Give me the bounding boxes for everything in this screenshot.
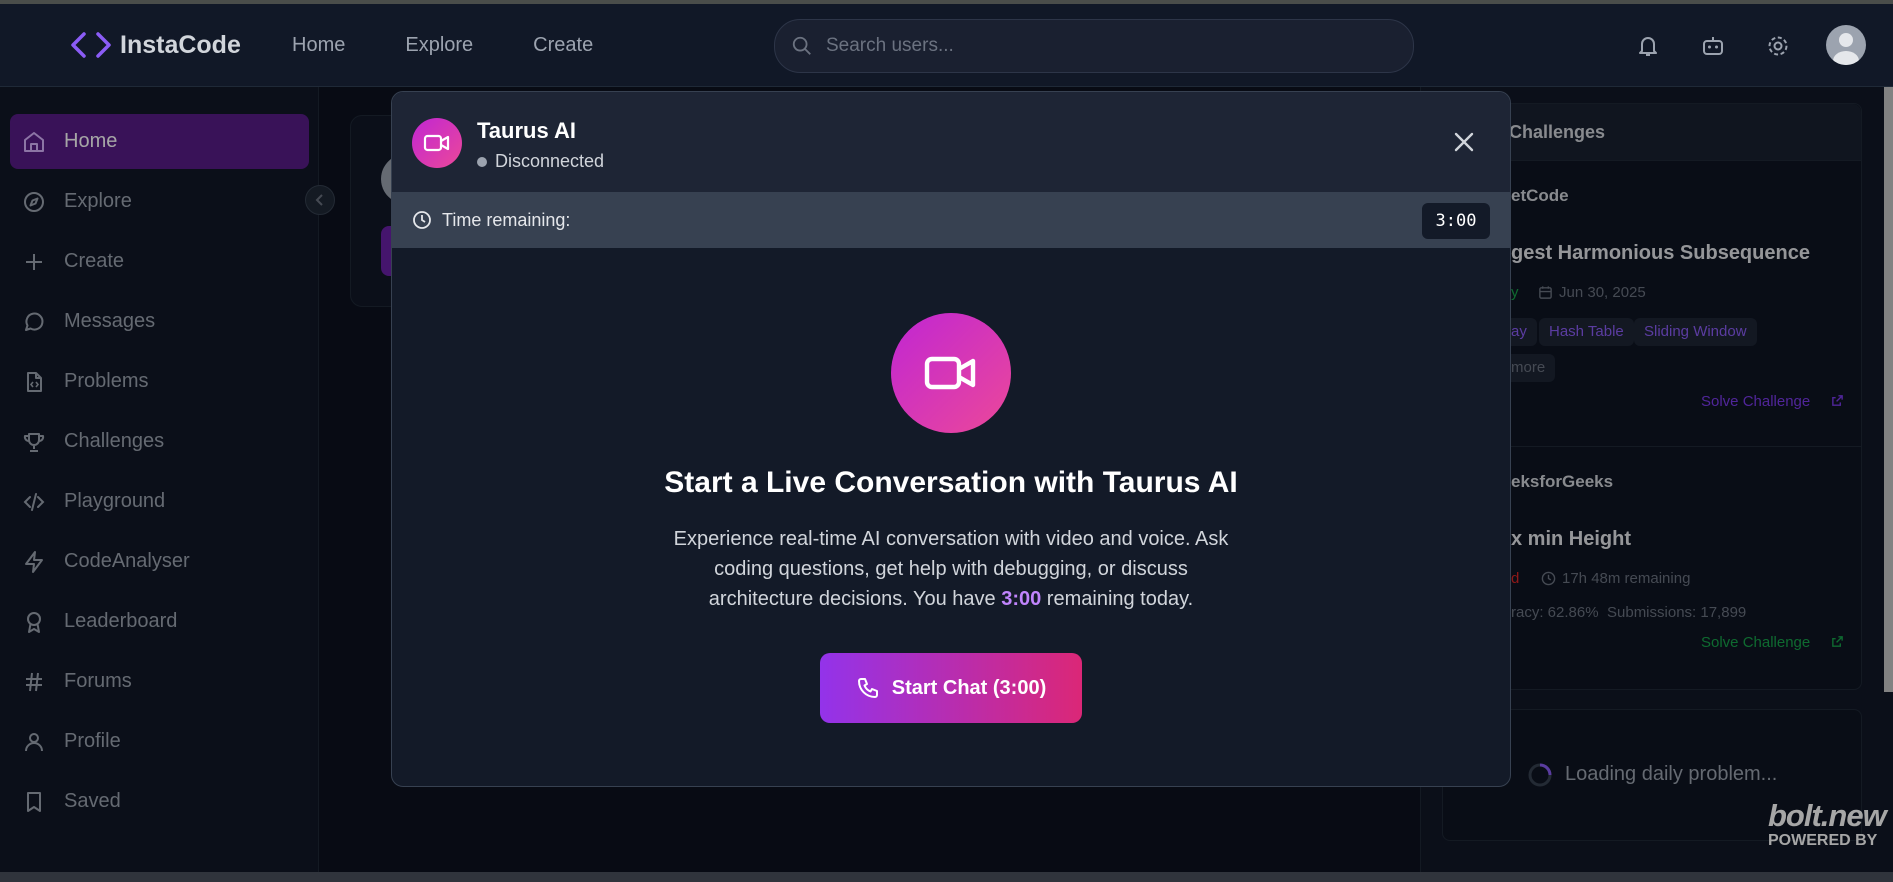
close-icon[interactable]	[1452, 130, 1476, 154]
nav-home[interactable]: Home	[292, 34, 345, 57]
video-icon	[924, 356, 976, 390]
logo[interactable]: InstaCode	[70, 30, 241, 60]
hero-video-icon-circle	[891, 313, 1011, 433]
search-input[interactable]: Search users...	[774, 19, 1414, 73]
gear-icon[interactable]	[1766, 34, 1790, 58]
nav-explore[interactable]: Explore	[405, 34, 473, 57]
search-placeholder: Search users...	[826, 35, 954, 56]
time-remaining-bar: Time remaining: 3:00	[392, 192, 1510, 248]
status-dot	[477, 156, 487, 167]
start-chat-label: Start Chat (3:00)	[891, 676, 1047, 699]
connection-status: Disconnected	[477, 151, 604, 172]
user-avatar-icon	[1833, 33, 1859, 65]
video-icon	[423, 134, 450, 152]
remaining-time-highlight: 3:00	[1001, 588, 1042, 610]
phone-icon	[857, 678, 878, 698]
top-navbar: InstaCode Home Explore Create Search use…	[0, 4, 1893, 87]
search-icon	[792, 36, 811, 55]
nav-create[interactable]: Create	[533, 34, 593, 57]
code-logo-icon	[71, 32, 111, 58]
start-chat-button[interactable]: Start Chat (3:00)	[820, 653, 1082, 723]
modal-title: Taurus AI	[477, 118, 577, 143]
status-text: Disconnected	[495, 151, 605, 171]
bell-icon[interactable]	[1636, 34, 1660, 58]
bot-icon[interactable]	[1700, 34, 1726, 58]
taurus-ai-modal: Taurus AI Disconnected Time remaining: 3…	[391, 91, 1511, 787]
logo-text: InstaCode	[120, 30, 241, 59]
description-text-end: remaining today.	[1041, 588, 1194, 610]
modal-description: Experience real-time AI conversation wit…	[662, 524, 1240, 614]
modal-heading: Start a Live Conversation with Taurus AI	[664, 466, 1238, 499]
modal-avatar	[412, 118, 462, 168]
time-remaining-label: Time remaining:	[442, 210, 571, 230]
modal-header: Taurus AI Disconnected	[392, 92, 1510, 192]
taskbar-edge	[0, 872, 1893, 882]
clock-icon	[413, 211, 431, 229]
avatar[interactable]	[1826, 25, 1866, 65]
time-remaining-value: 3:00	[1422, 203, 1490, 239]
